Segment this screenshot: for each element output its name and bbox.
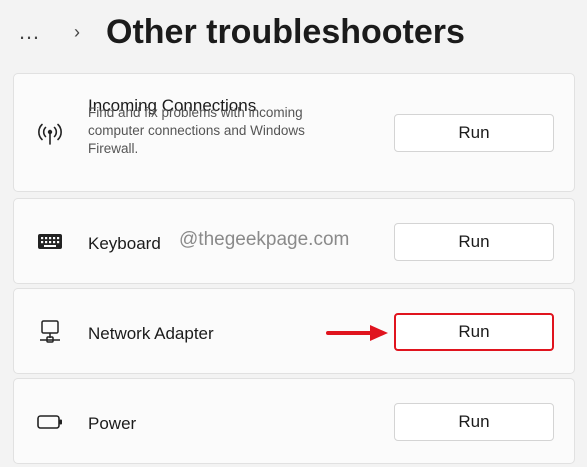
run-network-adapter-button[interactable]: Run (394, 313, 554, 351)
header: … › Other troubleshooters (0, 0, 587, 64)
troubleshooter-incoming-connections: Incoming Connections Find and fix proble… (13, 73, 575, 192)
watermark: @thegeekpage.com (179, 229, 350, 250)
battery-icon (36, 408, 64, 436)
run-power-button[interactable]: Run (394, 403, 554, 441)
item-title: Keyboard (88, 234, 161, 253)
troubleshooter-power: Power Run (13, 378, 575, 464)
chevron-right-icon: › (74, 22, 80, 42)
run-keyboard-button[interactable]: Run (394, 223, 554, 261)
troubleshooter-network-adapter: Network Adapter Run (13, 288, 575, 374)
run-incoming-connections-button[interactable]: Run (394, 114, 554, 152)
wireless-antenna-icon (36, 120, 64, 148)
more-options-icon[interactable]: … (18, 21, 41, 43)
item-title: Power (88, 414, 137, 433)
item-title: Network Adapter (88, 324, 214, 343)
network-adapter-icon (36, 318, 64, 346)
keyboard-icon (36, 228, 64, 256)
item-description: Find and fix problems with incoming comp… (88, 105, 305, 156)
red-arrow-icon (326, 325, 388, 341)
page-title: Other troubleshooters (106, 13, 465, 51)
